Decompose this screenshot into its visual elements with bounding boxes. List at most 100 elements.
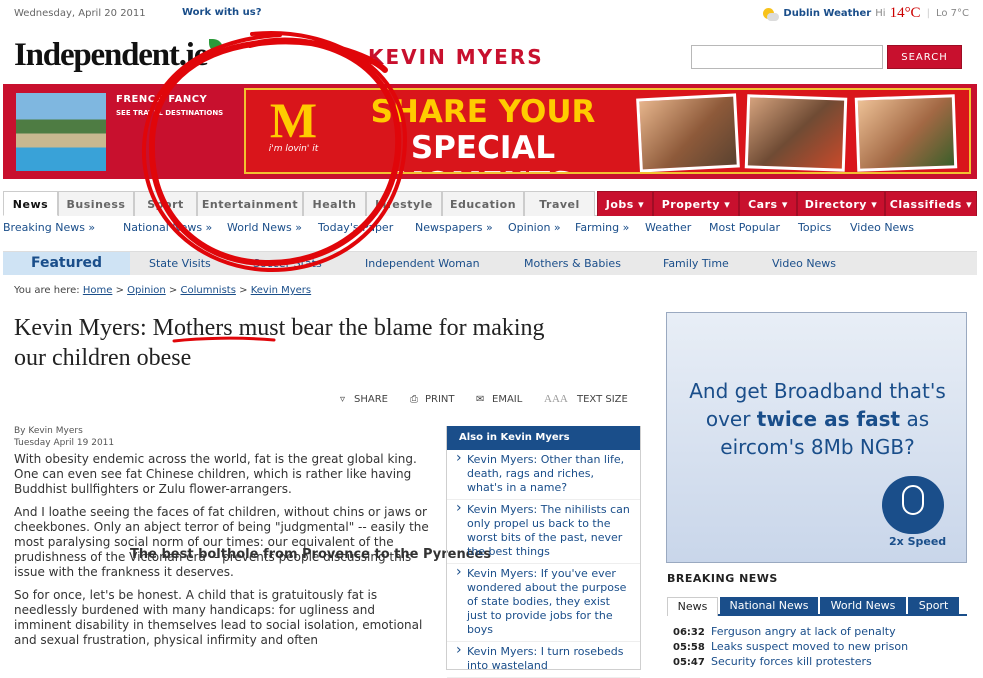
breadcrumb-opinion[interactable]: Opinion (127, 285, 166, 296)
ad-photo-2 (744, 94, 848, 172)
subnav-world-news[interactable]: World News » (227, 221, 302, 234)
breaking-news-tabs: News National News World News Sport (667, 595, 967, 616)
work-with-us-link[interactable]: Work with us? (182, 7, 262, 18)
subnav-opinion[interactable]: Opinion » (508, 221, 561, 234)
author: By Kevin Myers (14, 426, 83, 436)
breadcrumb-home[interactable]: Home (83, 285, 113, 296)
bn-headline[interactable]: Security forces kill protesters (711, 655, 872, 668)
breaking-news-row[interactable]: 05:58 Leaks suspect moved to new prison (667, 639, 967, 654)
featured-title: Featured (3, 252, 130, 275)
subnav-todays-paper[interactable]: Today's Paper (318, 221, 393, 234)
broadband-line2c: as (900, 407, 930, 431)
broadband-ad[interactable]: And get Broadband that's over twice as f… (666, 312, 967, 563)
bn-time: 05:47 (673, 657, 705, 668)
search-button[interactable]: SEARCH (887, 45, 962, 69)
ad-photo-3 (854, 94, 958, 172)
text-size-icon: AAA (544, 393, 568, 405)
subnav-farming[interactable]: Farming » (575, 221, 629, 234)
bn-tab-national-news[interactable]: National News (720, 597, 818, 616)
weather-widget[interactable]: Dublin Weather Hi 14°C | Lo 7°C (761, 5, 969, 22)
share-button[interactable]: SHARE (354, 394, 388, 405)
travel-promo[interactable]: FRENCH FANCY The best bolthole from Prov… (116, 94, 491, 561)
also-in-box: Also in Kevin Myers Kevin Myers: Other t… (446, 426, 641, 678)
promo-banner: FRENCH FANCY The best bolthole from Prov… (3, 84, 977, 561)
email-button[interactable]: EMAIL (492, 394, 522, 405)
weather-lo-temp: Lo 7°C (935, 8, 969, 19)
article-headline: Kevin Myers: Mothers must bear the blame… (14, 315, 545, 371)
broadband-ad-text: And get Broadband that's over twice as f… (667, 377, 968, 461)
tab-cars[interactable]: Cars ▾ (739, 191, 797, 216)
ad-tagline: i'm lovin' it (268, 144, 319, 154)
promo-link[interactable]: SEE TRAVEL DESTINATIONS (116, 109, 246, 117)
article-paragraph: So for once, let's be honest. A child th… (14, 588, 423, 647)
breaking-news-row[interactable]: 05:47 Security forces kill protesters (667, 654, 967, 669)
text-size-button[interactable]: TEXT SIZE (577, 394, 628, 405)
article-date: Tuesday April 19 2011 (14, 438, 115, 448)
featured-mothers-babies[interactable]: Mothers & Babies (524, 257, 621, 270)
breadcrumb-kevin-myers[interactable]: Kevin Myers (251, 285, 311, 296)
breadcrumb-columnists[interactable]: Columnists (181, 285, 236, 296)
top-bar: Wednesday, April 20 2011 Work with us? D… (0, 0, 983, 30)
sub-nav: Breaking News » National News » World Ne… (3, 217, 977, 239)
bn-tab-news[interactable]: News (667, 597, 718, 616)
ad-slogan-line1: SHARE YOUR (370, 94, 596, 130)
section-title: KEVIN MYERS (368, 45, 544, 69)
site-logo[interactable]: Independent.ie (14, 37, 224, 74)
also-in-item[interactable]: Kevin Myers: The nihilists can only prop… (447, 500, 640, 564)
share-icon: ▿ (340, 394, 346, 405)
golden-arches-icon: M (269, 92, 318, 148)
featured-state-visits[interactable]: State Visits (149, 257, 211, 270)
featured-video-news[interactable]: Video News (772, 257, 836, 270)
bn-headline[interactable]: Ferguson angry at lack of penalty (711, 625, 896, 638)
byline: By Kevin Myers Tuesday April 19 2011 (14, 425, 114, 449)
bn-tab-world-news[interactable]: World News (820, 597, 906, 616)
tab-classifieds[interactable]: Classifieds ▾ (885, 191, 977, 216)
tab-lifestyle[interactable]: Lifestyle (366, 191, 442, 216)
tab-news[interactable]: News (3, 191, 58, 216)
mcdonalds-ad[interactable]: M i'm lovin' it SHARE YOUR SPECIAL MOMEN… (244, 88, 971, 174)
subnav-breaking-news-label: Breaking News » (3, 221, 96, 234)
also-in-item[interactable]: Kevin Myers: If you've ever wondered abo… (447, 564, 640, 642)
featured-soccer-stats[interactable]: Soccer Stats (253, 257, 322, 270)
subnav-topics[interactable]: Topics (798, 221, 831, 234)
also-in-item[interactable]: Kevin Myers: I turn rosebeds into wastel… (447, 642, 640, 678)
subnav-newspapers[interactable]: Newspapers » (415, 221, 493, 234)
tab-health[interactable]: Health (303, 191, 366, 216)
current-date: Wednesday, April 20 2011 (14, 8, 146, 19)
ad-photos (636, 92, 969, 172)
tab-education[interactable]: Education (442, 191, 524, 216)
breadcrumb-sep: > (239, 285, 248, 296)
tab-directory[interactable]: Directory ▾ (797, 191, 885, 216)
breadcrumb-prefix: You are here: (14, 285, 80, 296)
broadband-line1: And get Broadband that's (689, 379, 946, 403)
print-button[interactable]: PRINT (425, 394, 455, 405)
ad-slogan-line2: SPECIAL MOMENTS (394, 130, 573, 172)
ad-slogan: SHARE YOUR SPECIAL MOMENTS (338, 94, 628, 172)
mouse-icon (902, 485, 924, 515)
villa-photo[interactable] (16, 93, 106, 171)
subnav-weather[interactable]: Weather (645, 221, 691, 234)
breaking-news-row[interactable]: 06:32 Ferguson angry at lack of penalty (667, 624, 967, 639)
tab-business[interactable]: Business (58, 191, 134, 216)
mcdonalds-logo: M i'm lovin' it (256, 92, 331, 168)
weather-city[interactable]: Dublin Weather (783, 8, 871, 19)
bn-tab-sport[interactable]: Sport (908, 597, 959, 616)
featured-family-time[interactable]: Family Time (663, 257, 729, 270)
broadband-line3: eircom's 8Mb NGB? (720, 435, 915, 459)
tab-entertainment[interactable]: Entertainment (197, 191, 303, 216)
subnav-video-news[interactable]: Video News (850, 221, 914, 234)
subnav-national-news[interactable]: National News » (123, 221, 212, 234)
tab-travel[interactable]: Travel (524, 191, 595, 216)
also-in-item[interactable]: Kevin Myers: Other than life, death, rag… (447, 450, 640, 500)
tab-property[interactable]: Property ▾ (653, 191, 739, 216)
ad-photo-1 (636, 93, 740, 172)
featured-independent-woman[interactable]: Independent Woman (365, 257, 480, 270)
tab-jobs[interactable]: Jobs ▾ (597, 191, 653, 216)
subnav-most-popular[interactable]: Most Popular (709, 221, 780, 234)
tab-sport[interactable]: Sport (134, 191, 197, 216)
search-input[interactable] (691, 45, 883, 69)
bn-headline[interactable]: Leaks suspect moved to new prison (711, 640, 908, 653)
breadcrumb-sep: > (115, 285, 124, 296)
bn-time: 05:58 (673, 642, 705, 653)
breadcrumb-sep: > (168, 285, 178, 296)
